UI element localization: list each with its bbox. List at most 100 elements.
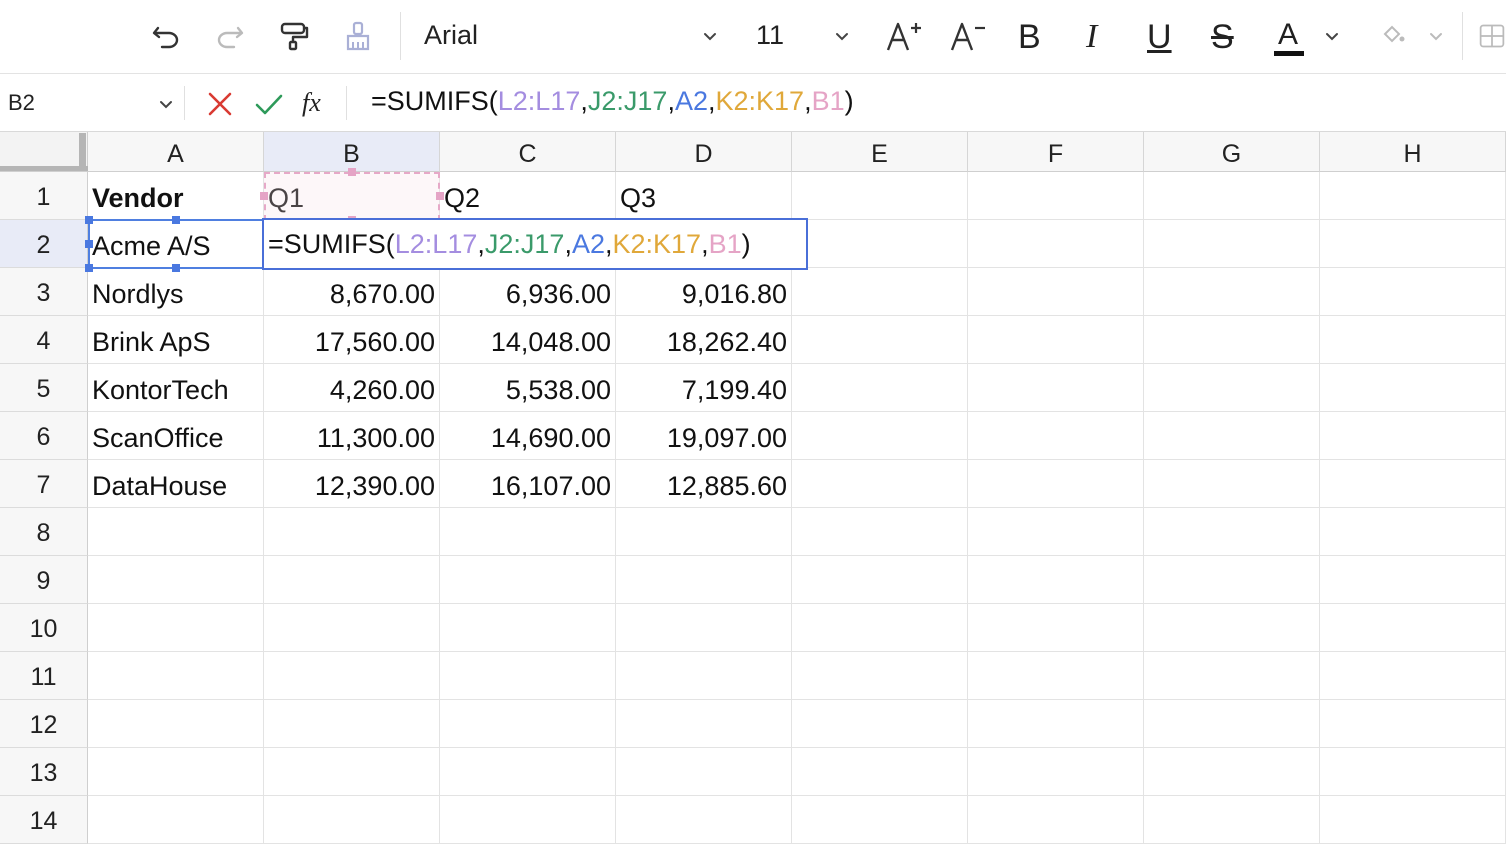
cell-A9[interactable] (88, 556, 264, 604)
cancel-edit-icon[interactable] (206, 90, 234, 123)
cell-G11[interactable] (1144, 652, 1320, 700)
italic-button[interactable]: I (1086, 17, 1097, 57)
cell-G10[interactable] (1144, 604, 1320, 652)
cell-D13[interactable] (616, 748, 792, 796)
cell-H10[interactable] (1320, 604, 1506, 652)
cell-B14[interactable] (264, 796, 440, 844)
row-header-1[interactable]: 1 (0, 172, 88, 220)
cell-F8[interactable] (968, 508, 1144, 556)
cell-C9[interactable] (440, 556, 616, 604)
cell-A13[interactable] (88, 748, 264, 796)
row-header-4[interactable]: 4 (0, 316, 88, 364)
cell-H12[interactable] (1320, 700, 1506, 748)
underline-button[interactable]: U (1147, 17, 1172, 57)
cell-H13[interactable] (1320, 748, 1506, 796)
column-header-F[interactable]: F (968, 132, 1144, 172)
cell-E2[interactable] (792, 220, 968, 268)
reference-handle[interactable] (260, 192, 268, 200)
cell-G12[interactable] (1144, 700, 1320, 748)
reference-handle[interactable] (85, 216, 93, 224)
name-box-chevron-down-icon[interactable] (156, 94, 176, 119)
cell-F14[interactable] (968, 796, 1144, 844)
cell-D12[interactable] (616, 700, 792, 748)
cell-B7[interactable]: 12,390.00 (264, 460, 440, 508)
reference-handle[interactable] (172, 264, 180, 272)
cell-B8[interactable] (264, 508, 440, 556)
font-name-select[interactable]: Arial (424, 20, 478, 51)
column-header-B[interactable]: B (264, 132, 440, 172)
cell-A14[interactable] (88, 796, 264, 844)
cell-B5[interactable]: 4,260.00 (264, 364, 440, 412)
decrease-font-icon[interactable] (948, 14, 988, 58)
borders-icon[interactable] (1478, 14, 1506, 58)
reference-handle[interactable] (85, 264, 93, 272)
row-header-14[interactable]: 14 (0, 796, 88, 844)
fx-label[interactable]: fx (302, 88, 321, 118)
cell-E12[interactable] (792, 700, 968, 748)
cell-B12[interactable] (264, 700, 440, 748)
strikethrough-button[interactable]: S (1211, 17, 1234, 57)
cell-F2[interactable] (968, 220, 1144, 268)
cell-A7[interactable]: DataHouse (88, 460, 264, 508)
cell-G4[interactable] (1144, 316, 1320, 364)
cell-E8[interactable] (792, 508, 968, 556)
cell-G1[interactable] (1144, 172, 1320, 220)
cell-G3[interactable] (1144, 268, 1320, 316)
cell-H7[interactable] (1320, 460, 1506, 508)
cell-E10[interactable] (792, 604, 968, 652)
bold-button[interactable]: B (1018, 17, 1041, 57)
cell-H4[interactable] (1320, 316, 1506, 364)
cell-C1[interactable]: Q2 (440, 172, 616, 220)
cell-D11[interactable] (616, 652, 792, 700)
formula-input[interactable]: =SUMIFS(L2:L17,J2:J17,A2,K2:K17,B1) (371, 86, 854, 117)
reference-handle[interactable] (172, 216, 180, 224)
row-header-7[interactable]: 7 (0, 460, 88, 508)
cell-H6[interactable] (1320, 412, 1506, 460)
reference-handle[interactable] (85, 240, 93, 248)
increase-font-icon[interactable] (884, 14, 924, 58)
cell-F10[interactable] (968, 604, 1144, 652)
redo-icon[interactable] (212, 14, 248, 58)
font-color-button[interactable]: A (1274, 17, 1304, 57)
name-box[interactable]: B2 (8, 90, 35, 116)
cell-H11[interactable] (1320, 652, 1506, 700)
row-header-12[interactable]: 12 (0, 700, 88, 748)
paint-format-icon[interactable] (276, 14, 312, 58)
cell-D10[interactable] (616, 604, 792, 652)
cell-G5[interactable] (1144, 364, 1320, 412)
cell-B3[interactable]: 8,670.00 (264, 268, 440, 316)
cell-F1[interactable] (968, 172, 1144, 220)
cell-F4[interactable] (968, 316, 1144, 364)
cell-G6[interactable] (1144, 412, 1320, 460)
cell-G14[interactable] (1144, 796, 1320, 844)
row-header-5[interactable]: 5 (0, 364, 88, 412)
cell-F11[interactable] (968, 652, 1144, 700)
cell-C4[interactable]: 14,048.00 (440, 316, 616, 364)
cell-C3[interactable]: 6,936.00 (440, 268, 616, 316)
cell-D6[interactable]: 19,097.00 (616, 412, 792, 460)
cell-E3[interactable] (792, 268, 968, 316)
cell-F3[interactable] (968, 268, 1144, 316)
cell-A8[interactable] (88, 508, 264, 556)
cell-F6[interactable] (968, 412, 1144, 460)
column-header-E[interactable]: E (792, 132, 968, 172)
font-size-chevron-down-icon[interactable] (830, 14, 854, 58)
row-header-6[interactable]: 6 (0, 412, 88, 460)
font-name-chevron-down-icon[interactable] (698, 14, 722, 58)
cell-B10[interactable] (264, 604, 440, 652)
cell-F7[interactable] (968, 460, 1144, 508)
cell-A5[interactable]: KontorTech (88, 364, 264, 412)
cell-F12[interactable] (968, 700, 1144, 748)
cell-D9[interactable] (616, 556, 792, 604)
cell-D5[interactable]: 7,199.40 (616, 364, 792, 412)
cell-C13[interactable] (440, 748, 616, 796)
cell-E6[interactable] (792, 412, 968, 460)
row-header-10[interactable]: 10 (0, 604, 88, 652)
cell-A10[interactable] (88, 604, 264, 652)
cell-A11[interactable] (88, 652, 264, 700)
undo-icon[interactable] (148, 14, 184, 58)
cell-E5[interactable] (792, 364, 968, 412)
cell-H5[interactable] (1320, 364, 1506, 412)
cell-E7[interactable] (792, 460, 968, 508)
cell-C6[interactable]: 14,690.00 (440, 412, 616, 460)
